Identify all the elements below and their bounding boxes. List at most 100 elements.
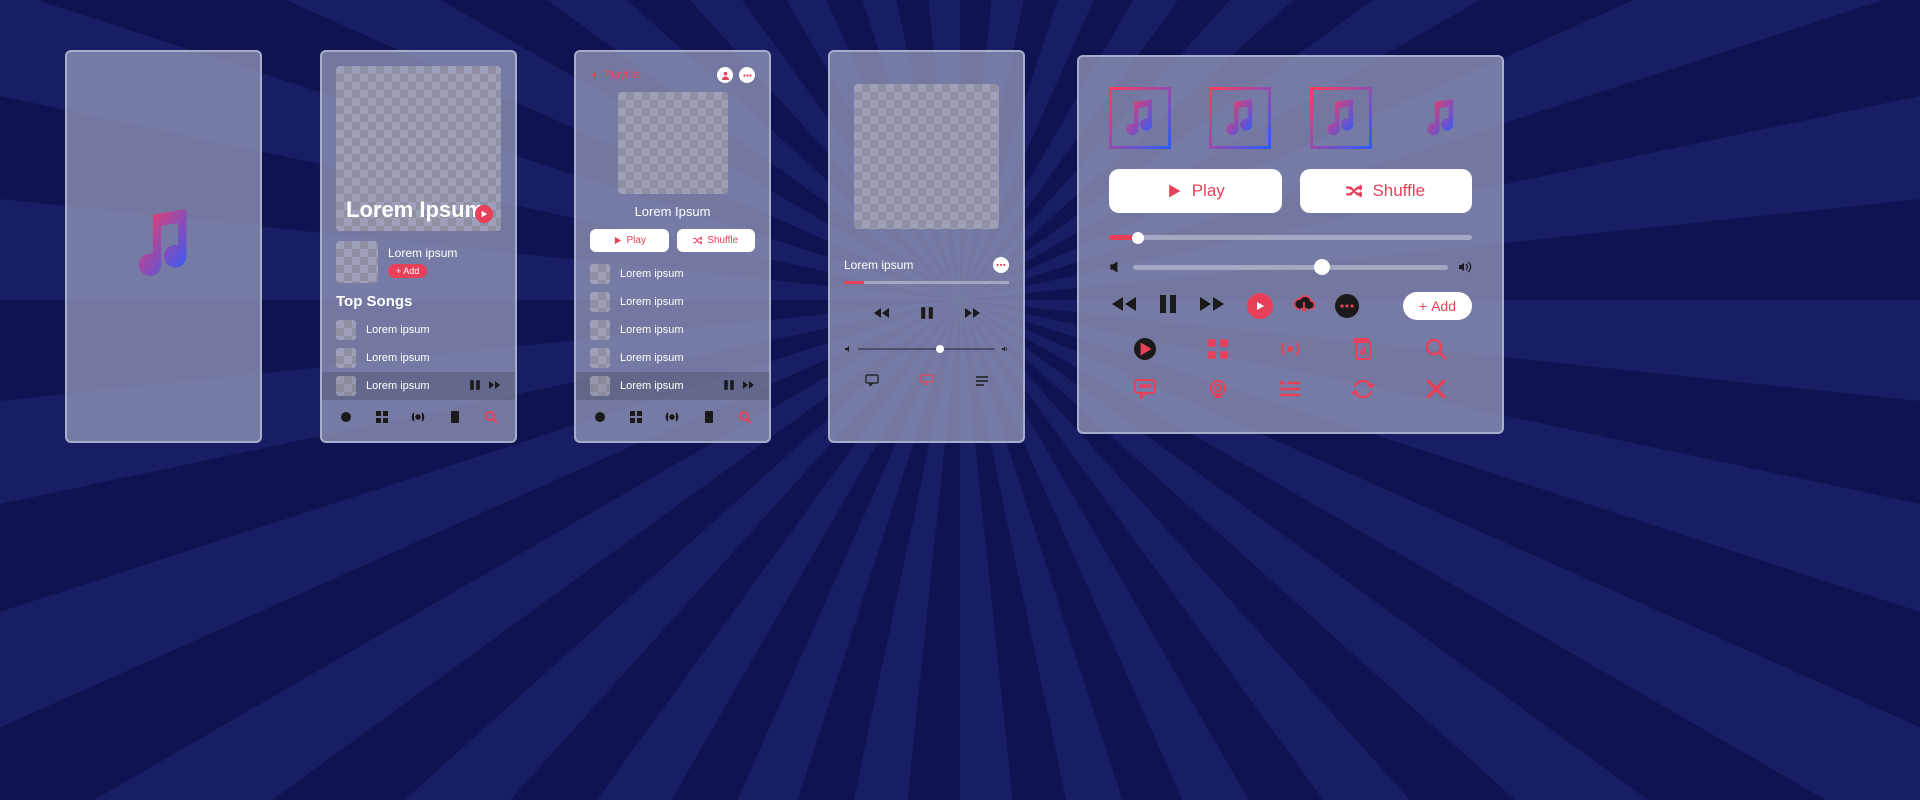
playlist-song[interactable]: Lorem ipsum (576, 288, 769, 316)
artist-thumbnail (336, 241, 378, 283)
hero-play-button[interactable] (475, 205, 493, 223)
song-row[interactable]: Lorem ipsum (322, 316, 515, 344)
ui-kit-panel: Play Shuffle +Add (1077, 55, 1504, 434)
grid-icon[interactable] (1207, 338, 1229, 360)
tab-search-icon[interactable] (738, 410, 752, 429)
tab-search-icon[interactable] (484, 410, 498, 429)
shuffle-button[interactable]: Shuffle (677, 229, 756, 252)
download-cloud-icon[interactable] (1293, 295, 1315, 318)
previous-button[interactable] (872, 306, 890, 325)
pause-button[interactable] (918, 306, 936, 325)
song-thumb (590, 348, 610, 368)
song-thumb (590, 292, 610, 312)
add-artist-button[interactable]: + Add (388, 264, 427, 278)
queue-icon[interactable] (975, 373, 989, 391)
now-playing-screen: Lorem ipsum (828, 50, 1025, 443)
play-pill-button[interactable]: Play (1109, 169, 1282, 213)
repeat-icon[interactable] (1352, 378, 1374, 400)
song-thumb (590, 376, 610, 396)
lyrics-icon[interactable] (865, 373, 879, 391)
tab-library-icon[interactable] (448, 410, 462, 429)
playlist-song[interactable]: Lorem ipsum (576, 316, 769, 344)
song-title: Lorem ipsum (620, 352, 684, 364)
more-options-button[interactable] (993, 257, 1009, 273)
artist-hero-image: Lorem Ipsum (336, 66, 501, 231)
add-pill-button[interactable]: +Add (1403, 292, 1472, 320)
song-thumb (336, 376, 356, 396)
play-circle-button[interactable] (1247, 293, 1273, 319)
library-icon[interactable] (1352, 338, 1374, 360)
pause-button-large[interactable] (1159, 294, 1177, 319)
more-circle-button[interactable] (1335, 294, 1359, 318)
next-icon[interactable] (743, 379, 755, 394)
progress-bar[interactable] (844, 281, 1009, 284)
playlist-title: Lorem Ipsum (576, 204, 769, 219)
playlist-song[interactable]: Lorem ipsum (576, 344, 769, 372)
progress-slider[interactable] (1109, 235, 1472, 240)
playlist-song-active[interactable]: Lorem ipsum (576, 372, 769, 400)
song-title: Lorem ipsum (366, 380, 430, 392)
app-icon-rounded (1209, 87, 1271, 149)
now-playing-title: Lorem ipsum (844, 258, 913, 272)
song-title: Lorem ipsum (620, 268, 684, 280)
volume-slider[interactable] (844, 345, 1009, 353)
tab-library-icon[interactable] (702, 410, 716, 429)
song-thumb (336, 348, 356, 368)
song-thumb (336, 320, 356, 340)
close-icon[interactable] (1425, 378, 1447, 400)
more-chip-icon[interactable] (739, 67, 755, 83)
next-button[interactable] (964, 306, 982, 325)
song-thumb (590, 320, 610, 340)
profile-chip-icon[interactable] (717, 67, 733, 83)
pause-icon[interactable] (723, 379, 735, 394)
volume-slider-large[interactable] (1109, 260, 1472, 274)
top-songs-heading: Top Songs (322, 289, 515, 316)
now-playing-art (854, 84, 999, 229)
volume-low-icon (1109, 260, 1123, 274)
music-note-icon (134, 209, 194, 284)
song-thumb (590, 264, 610, 284)
rewind-button[interactable] (1109, 295, 1139, 318)
airplay-icon[interactable] (920, 373, 934, 391)
queue-large-icon[interactable] (1279, 378, 1301, 400)
song-title: Lorem ipsum (620, 324, 684, 336)
song-row-active[interactable]: Lorem ipsum (322, 372, 515, 400)
airplay-large-icon[interactable] (1207, 378, 1229, 400)
app-icon-plain (1410, 87, 1472, 149)
tab-browse-icon[interactable] (375, 410, 389, 429)
song-title: Lorem ipsum (620, 296, 684, 308)
next-icon[interactable] (489, 379, 501, 394)
app-icon-square (1109, 87, 1171, 149)
shuffle-pill-button[interactable]: Shuffle (1300, 169, 1473, 213)
tab-radio-icon[interactable] (665, 410, 679, 429)
play-button[interactable]: Play (590, 229, 669, 252)
volume-high-icon (1001, 345, 1009, 353)
song-row[interactable]: Lorem ipsum (322, 344, 515, 372)
playlist-art (618, 92, 728, 194)
back-chevron-icon[interactable] (590, 66, 598, 84)
playlist-screen: Playlist Lorem Ipsum Play Shuffle Lorem … (574, 50, 771, 443)
forward-button[interactable] (1197, 295, 1227, 318)
tab-bar (322, 400, 515, 441)
comment-icon[interactable] (1134, 378, 1156, 400)
volume-high-icon (1458, 260, 1472, 274)
back-label[interactable]: Playlist (604, 69, 639, 81)
tab-radio-icon[interactable] (411, 410, 425, 429)
artist-screen: Lorem Ipsum Lorem ipsum + Add Top Songs … (320, 50, 517, 443)
artist-hero-title: Lorem Ipsum (346, 198, 484, 221)
pause-icon[interactable] (469, 379, 481, 394)
tab-now-playing-icon[interactable] (339, 410, 353, 429)
tab-now-playing-icon[interactable] (593, 410, 607, 429)
song-title: Lorem ipsum (620, 380, 684, 392)
volume-low-icon (844, 345, 852, 353)
tab-bar (576, 400, 769, 441)
search-icon[interactable] (1425, 338, 1447, 360)
play-badge-icon[interactable] (1134, 338, 1156, 360)
splash-screen (65, 50, 262, 443)
playlist-song[interactable]: Lorem ipsum (576, 260, 769, 288)
broadcast-icon[interactable] (1279, 338, 1301, 360)
tab-browse-icon[interactable] (629, 410, 643, 429)
artist-name: Lorem ipsum (388, 246, 457, 260)
song-title: Lorem ipsum (366, 324, 430, 336)
app-icon-circle (1310, 87, 1372, 149)
